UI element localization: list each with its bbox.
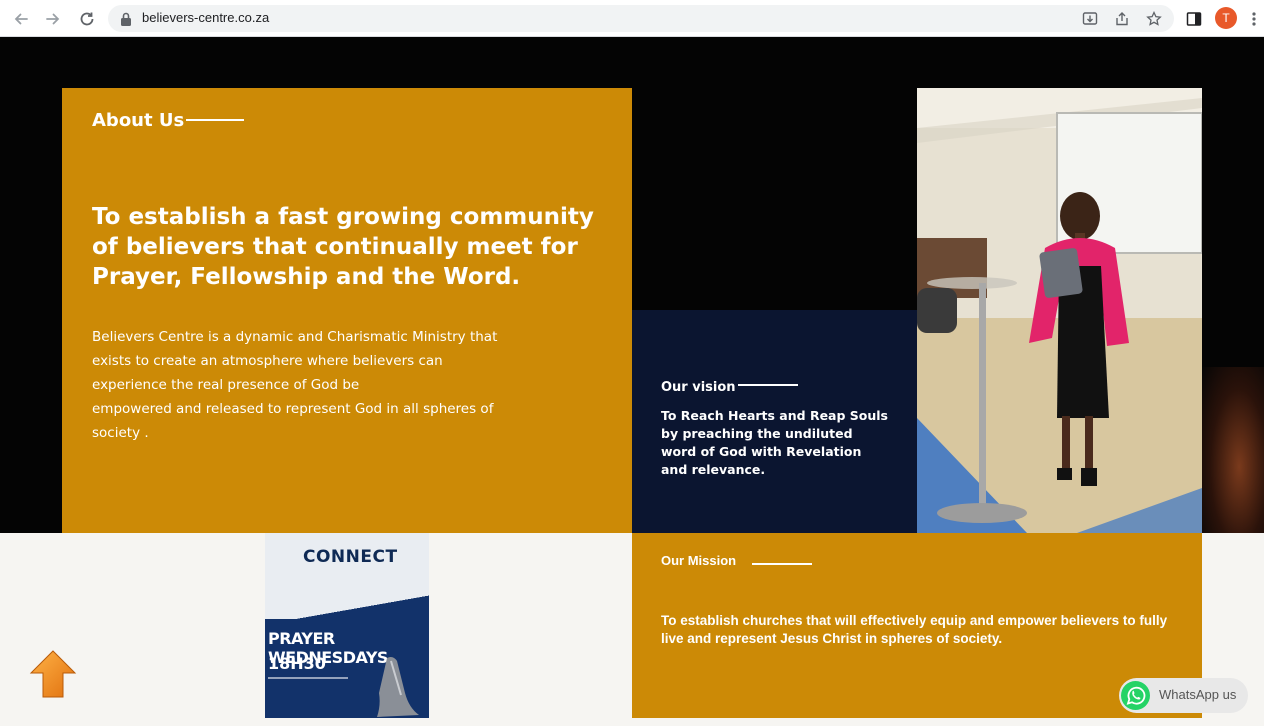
about-card: About Us To establish a fast growing com…: [62, 88, 632, 533]
back-arrow-icon[interactable]: [10, 8, 32, 30]
about-body-line: Believers Centre is a dynamic and Charis…: [92, 329, 498, 345]
whatsapp-label[interactable]: WhatsApp us: [1159, 687, 1236, 702]
mission-title: Our Mission: [661, 553, 737, 568]
reload-icon[interactable]: [76, 8, 98, 30]
whatsapp-button[interactable]: WhatsApp us: [1119, 678, 1248, 713]
about-title: About Us: [92, 110, 185, 131]
url-text[interactable]: believers-centre.co.za: [142, 10, 269, 25]
praying-hands-icon: [377, 657, 419, 717]
profile-avatar[interactable]: T: [1215, 7, 1237, 29]
about-title-underline: [186, 119, 244, 121]
vision-title: Our vision: [661, 380, 736, 395]
about-body-line: exists to create an atmosphere where bel…: [92, 353, 443, 369]
poster-time: 18H30: [268, 654, 326, 673]
scroll-to-top-icon[interactable]: [29, 649, 77, 703]
vision-card: Our vision To Reach Hearts and Reap Soul…: [632, 310, 917, 533]
about-body-line: society .: [92, 425, 149, 441]
vision-text: To Reach Hearts and Reap Souls by preach…: [661, 408, 888, 477]
kebab-menu-icon[interactable]: [1247, 8, 1261, 30]
lock-icon[interactable]: [120, 11, 132, 30]
poster-divider: [268, 677, 348, 679]
share-icon[interactable]: [1114, 11, 1130, 27]
about-headline: To establish a fast growing community of…: [92, 204, 594, 290]
mission-title-underline: [752, 563, 812, 565]
hero-background-image: [1202, 367, 1264, 533]
side-panel-icon[interactable]: [1183, 8, 1205, 30]
vision-title-underline: [738, 384, 798, 386]
about-body-line: empowered and released to represent God …: [92, 401, 494, 417]
page-content: About Us To establish a fast growing com…: [0, 37, 1264, 726]
poster-brand: CONNECT: [303, 547, 398, 567]
about-body-line: experience the real presence of God be: [92, 377, 360, 393]
forward-arrow-icon[interactable]: [42, 8, 64, 30]
install-app-icon[interactable]: [1082, 11, 1098, 27]
mission-text: To establish churches that will effectiv…: [661, 613, 1168, 646]
about-body: Believers Centre is a dynamic and Charis…: [92, 325, 512, 445]
whatsapp-icon: [1120, 680, 1151, 715]
speaker-photo: [917, 88, 1202, 533]
mission-card: Our Mission To establish churches that w…: [632, 533, 1202, 718]
prayer-wednesdays-poster[interactable]: CONNECT PRAYER WEDNESDAYS 18H30: [265, 533, 429, 718]
address-bar[interactable]: believers-centre.co.za: [108, 5, 1174, 32]
bookmark-star-icon[interactable]: [1146, 10, 1162, 27]
browser-toolbar: believers-centre.co.za T: [0, 0, 1264, 37]
